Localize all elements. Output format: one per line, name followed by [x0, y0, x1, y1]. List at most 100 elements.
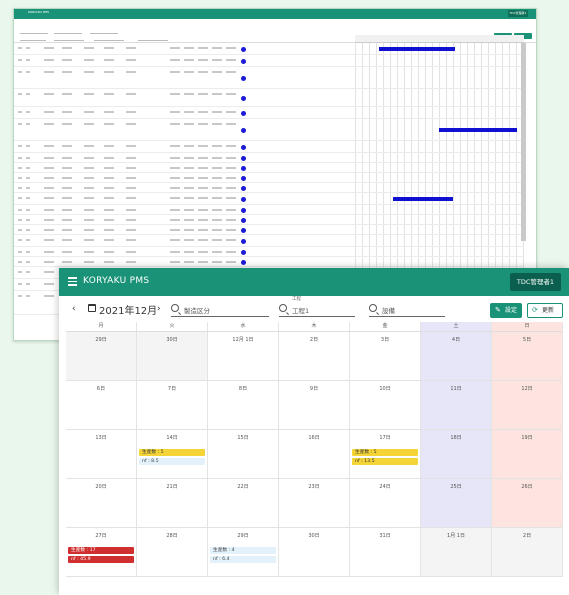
background-table-cell: [18, 239, 22, 241]
day-cell[interactable]: 7日: [137, 381, 208, 430]
day-number: 17日: [379, 435, 391, 441]
day-cell[interactable]: 13日: [66, 430, 137, 479]
day-cell[interactable]: 26日: [492, 479, 563, 528]
calendar-event[interactable]: nf : 13.5: [352, 458, 418, 465]
background-table-cell: [18, 261, 22, 263]
day-cell[interactable]: 1月 1日: [421, 528, 492, 577]
weekday-header: 土: [421, 322, 492, 331]
day-cell[interactable]: 19日: [492, 430, 563, 479]
equipment-select[interactable]: 設備: [369, 302, 445, 317]
day-cell[interactable]: 23日: [279, 479, 350, 528]
calendar-event[interactable]: 生産数 : 5: [352, 449, 418, 456]
calendar-event[interactable]: 生産数 : 5: [139, 449, 205, 456]
background-table-cell: [126, 187, 136, 189]
background-table-cell: [62, 251, 72, 253]
background-table-cell: [104, 59, 114, 61]
day-cell[interactable]: 15日: [208, 430, 279, 479]
weekday-header: 金: [350, 322, 421, 331]
day-cell[interactable]: 11日: [421, 381, 492, 430]
day-cell[interactable]: 14日 生産数 : 5 nf : 8.5: [137, 430, 208, 479]
background-table-cell: [198, 145, 208, 147]
background-table-cell: [62, 59, 72, 61]
background-scrollbar: [521, 43, 526, 241]
day-cell[interactable]: 12月 1日: [208, 332, 279, 381]
calendar-event[interactable]: nf : 6.4: [210, 556, 276, 563]
user-badge[interactable]: TDC管理者1: [509, 273, 561, 291]
background-table-cell: [170, 197, 180, 199]
background-table-cell: [26, 71, 30, 73]
background-table-cell: [62, 239, 72, 241]
background-table-cell: [198, 187, 208, 189]
day-cell[interactable]: 10日: [350, 381, 421, 430]
background-table-cell: [126, 229, 136, 231]
background-table-cell: [126, 145, 136, 147]
settings-button[interactable]: ✎ 設定: [490, 303, 522, 318]
process-select[interactable]: 工程 工程1: [279, 297, 355, 317]
day-cell[interactable]: 30日: [279, 528, 350, 577]
next-month-button[interactable]: ›: [157, 304, 161, 314]
background-table-cell: [84, 111, 94, 113]
day-cell[interactable]: 12日: [492, 381, 563, 430]
day-cell[interactable]: 3日: [350, 332, 421, 381]
calendar-event[interactable]: nf : 45.9: [68, 556, 134, 563]
background-table-cell: [184, 177, 194, 179]
background-table-cell: [44, 261, 54, 263]
calendar-event[interactable]: 生産数 : 17: [68, 547, 134, 554]
day-cell[interactable]: 24日: [350, 479, 421, 528]
background-table-row: [14, 173, 524, 183]
background-table-cell: [170, 219, 180, 221]
prev-month-button[interactable]: ‹: [72, 304, 76, 314]
background-table-cell: [226, 239, 236, 241]
background-app-title: KORYAKU PMS: [28, 10, 50, 14]
calendar-grid: 29日 30日 12月 1日 2日 3日 4日 5日 6日 7日 8日 9日 10日 11日 12日 13日…: [66, 331, 563, 577]
day-cell[interactable]: 25日: [421, 479, 492, 528]
day-cell[interactable]: 21日: [137, 479, 208, 528]
calendar-event[interactable]: nf : 8.5: [139, 458, 205, 465]
background-table-cell: [18, 111, 22, 113]
background-table-cell: [44, 283, 54, 285]
background-table-cell: [212, 71, 222, 73]
background-gantt-header: [355, 35, 524, 43]
background-table-cell: [198, 229, 208, 231]
background-table-cell: [212, 59, 222, 61]
weekday-header-row: 月火水木金土日: [66, 322, 563, 331]
day-cell[interactable]: 28日: [137, 528, 208, 577]
day-cell[interactable]: 29日 生産数 : 4 nf : 6.4: [208, 528, 279, 577]
day-number: 25日: [450, 484, 462, 490]
day-cell[interactable]: 4日: [421, 332, 492, 381]
day-cell[interactable]: 20日: [66, 479, 137, 528]
month-label[interactable]: 2021年12月: [99, 302, 157, 317]
background-table-cell: [212, 111, 222, 113]
refresh-button[interactable]: ⟳ 更新: [527, 303, 563, 318]
day-cell[interactable]: 6日: [66, 381, 137, 430]
background-table-cell: [170, 111, 180, 113]
day-cell[interactable]: 2日: [279, 332, 350, 381]
manufacturing-category-select[interactable]: 製造区分: [171, 302, 269, 317]
background-table-cell: [170, 261, 180, 263]
day-cell[interactable]: 9日: [279, 381, 350, 430]
background-table-cell: [198, 209, 208, 211]
day-number: 15日: [237, 435, 249, 441]
day-cell[interactable]: 22日: [208, 479, 279, 528]
background-table-cell: [184, 219, 194, 221]
calendar-event[interactable]: 生産数 : 4: [210, 547, 276, 554]
background-table-cell: [226, 145, 236, 147]
day-cell[interactable]: 17日生産数 : 5 nf : 13.5: [350, 430, 421, 479]
background-filter-field: [54, 40, 84, 41]
day-cell[interactable]: 30日: [137, 332, 208, 381]
day-cell[interactable]: 16日: [279, 430, 350, 479]
background-table-cell: [84, 197, 94, 199]
day-cell[interactable]: 2日: [492, 528, 563, 577]
background-table-cell: [18, 123, 22, 125]
hamburger-menu-icon[interactable]: [68, 277, 77, 286]
day-cell[interactable]: 27日 生産数 : 17 nf : 45.9: [66, 528, 137, 577]
background-table-cell: [170, 157, 180, 159]
day-cell[interactable]: 18日: [421, 430, 492, 479]
day-cell[interactable]: 31日: [350, 528, 421, 577]
day-cell[interactable]: 5日: [492, 332, 563, 381]
background-table-row: [14, 235, 524, 247]
day-cell[interactable]: 29日: [66, 332, 137, 381]
background-table-cell: [18, 177, 22, 179]
background-table-cell: [198, 111, 208, 113]
day-cell[interactable]: 8日: [208, 381, 279, 430]
